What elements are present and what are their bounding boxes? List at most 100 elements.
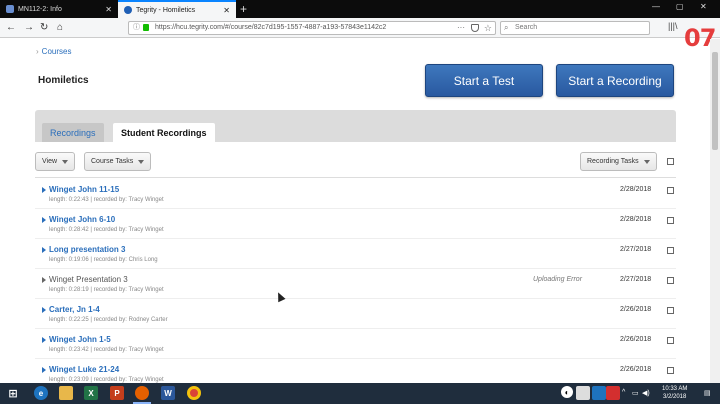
windows-start-icon[interactable]: ⊞ bbox=[6, 386, 20, 400]
network-icon[interactable]: ▭ bbox=[632, 389, 639, 397]
recording-date: 2/27/2018 bbox=[620, 246, 652, 253]
tab-favicon-icon bbox=[124, 6, 132, 14]
recording-checkbox[interactable] bbox=[667, 367, 674, 374]
expand-icon[interactable] bbox=[42, 307, 46, 313]
list-item: Carter, Jn 1-4 length: 0:22:25 | recorde… bbox=[35, 299, 676, 329]
expand-icon[interactable] bbox=[42, 217, 46, 223]
list-item: Long presentation 3 length: 0:19:06 | re… bbox=[35, 239, 676, 269]
maximize-icon[interactable]: ▢ bbox=[676, 2, 684, 11]
tab-student-recordings[interactable]: Student Recordings bbox=[113, 123, 215, 142]
expand-icon[interactable] bbox=[42, 187, 46, 193]
recording-title-link[interactable]: Winget Luke 21-24 bbox=[49, 365, 119, 374]
recording-title-link[interactable]: Winget John 1-5 bbox=[49, 335, 111, 344]
recording-title-link[interactable]: Carter, Jn 1-4 bbox=[49, 305, 100, 314]
excel-icon[interactable]: X bbox=[84, 386, 98, 400]
view-dropdown[interactable]: View bbox=[35, 152, 76, 171]
search-placeholder: Search bbox=[515, 24, 538, 31]
tray-app-icon[interactable] bbox=[606, 386, 620, 400]
recording-date: 2/26/2018 bbox=[620, 336, 652, 343]
list-item: Winget John 6-10 length: 0:28:42 | recor… bbox=[35, 209, 676, 239]
search-input[interactable]: ⌕ Search bbox=[500, 21, 650, 35]
tab-favicon-icon bbox=[6, 5, 14, 13]
chevron-down-icon bbox=[62, 159, 69, 164]
clock-time: 10:33 AM bbox=[662, 386, 688, 392]
url-bar[interactable]: ⓘ https://hcu.tegrity.com/#/course/82c7d… bbox=[128, 21, 496, 35]
expand-icon[interactable] bbox=[42, 277, 46, 283]
browser-tab-info[interactable]: MN112-2: Info ✕ bbox=[0, 0, 118, 18]
edge-icon[interactable]: e bbox=[34, 386, 48, 400]
list-divider bbox=[35, 177, 676, 178]
chevron-down-icon bbox=[138, 159, 145, 164]
search-icon: ⌕ bbox=[504, 23, 509, 32]
minimize-icon[interactable]: — bbox=[652, 2, 660, 11]
home-icon[interactable]: ⌂ bbox=[57, 21, 63, 35]
list-item: Winget John 1-5 length: 0:23:42 | record… bbox=[35, 329, 676, 359]
scrollbar-thumb[interactable] bbox=[712, 52, 718, 150]
clock-date: 3/2/2018 bbox=[663, 394, 687, 400]
taskbar: ⊞ e X P W ◐ ^ ▭ ◀) 10:33 AM 3/2/2018 ▤ bbox=[0, 383, 720, 404]
list-item: Winget Presentation 3 length: 0:28:19 | … bbox=[35, 269, 676, 299]
new-tab-icon[interactable]: + bbox=[240, 2, 247, 16]
recording-checkbox[interactable] bbox=[667, 247, 674, 254]
recording-title-link[interactable]: Winget John 6-10 bbox=[49, 215, 115, 224]
pocket-icon[interactable] bbox=[471, 24, 479, 32]
volume-icon[interactable]: ◀) bbox=[642, 389, 650, 397]
recording-checkbox[interactable] bbox=[667, 187, 674, 194]
close-window-icon[interactable]: ✕ bbox=[700, 2, 707, 11]
recording-tasks-label: Recording Tasks bbox=[587, 158, 639, 165]
page-actions-icon[interactable]: ··· bbox=[457, 22, 465, 34]
forward-icon[interactable]: → bbox=[24, 21, 34, 35]
recording-checkbox[interactable] bbox=[667, 217, 674, 224]
expand-icon[interactable] bbox=[42, 367, 46, 373]
recording-date: 2/26/2018 bbox=[620, 366, 652, 373]
start-test-button[interactable]: Start a Test bbox=[425, 64, 543, 97]
recording-meta: length: 0:22:25 | recorded by: Rodney Ca… bbox=[49, 317, 168, 323]
recording-date: 2/28/2018 bbox=[620, 216, 652, 223]
breadcrumb-courses-link[interactable]: Courses bbox=[42, 47, 72, 56]
word-icon[interactable]: W bbox=[161, 386, 175, 400]
course-tasks-label: Course Tasks bbox=[91, 158, 134, 165]
info-icon[interactable]: ⓘ bbox=[133, 22, 140, 34]
browser-tab-strip: MN112-2: Info ✕ Tegrity - Homiletics ✕ +… bbox=[0, 0, 720, 18]
course-tasks-dropdown[interactable]: Course Tasks bbox=[84, 152, 152, 171]
notifications-icon[interactable]: ▤ bbox=[704, 389, 711, 397]
tab-title: Tegrity - Homiletics bbox=[136, 6, 196, 14]
list-item: Winget John 11-15 length: 0:22:43 | reco… bbox=[35, 179, 676, 209]
recording-checkbox[interactable] bbox=[667, 337, 674, 344]
tray-app-icon[interactable] bbox=[592, 386, 606, 400]
file-explorer-icon[interactable] bbox=[59, 386, 73, 400]
expand-icon[interactable] bbox=[42, 337, 46, 343]
recording-title-link[interactable]: Long presentation 3 bbox=[49, 245, 125, 254]
chrome-icon[interactable] bbox=[187, 386, 201, 400]
browser-navbar: ← → ↻ ⌂ ⓘ https://hcu.tegrity.com/#/cour… bbox=[0, 18, 720, 38]
recording-checkbox[interactable] bbox=[667, 277, 674, 284]
recording-date: 2/26/2018 bbox=[620, 306, 652, 313]
recording-checkbox[interactable] bbox=[667, 307, 674, 314]
reload-icon[interactable]: ↻ bbox=[40, 21, 48, 35]
recording-status-icon[interactable]: ◐ bbox=[561, 386, 573, 398]
taskbar-clock[interactable]: 10:33 AM 3/2/2018 bbox=[662, 385, 687, 401]
recording-meta: length: 0:28:42 | recorded by: Tracy Win… bbox=[49, 227, 164, 233]
bookmark-star-icon[interactable]: ☆ bbox=[484, 22, 492, 34]
start-recording-button[interactable]: Start a Recording bbox=[556, 64, 674, 97]
url-text: https://hcu.tegrity.com/#/course/82c7d19… bbox=[155, 24, 387, 31]
library-icon[interactable]: |||\ bbox=[668, 21, 678, 31]
close-tab-icon[interactable]: ✕ bbox=[223, 6, 230, 15]
recording-tasks-dropdown[interactable]: Recording Tasks bbox=[580, 152, 657, 171]
tray-app-icon[interactable] bbox=[576, 386, 590, 400]
select-all-checkbox[interactable] bbox=[667, 158, 674, 165]
powerpoint-icon[interactable]: P bbox=[110, 386, 124, 400]
recording-meta: length: 0:19:06 | recorded by: Chris Lon… bbox=[49, 257, 158, 263]
tab-recordings[interactable]: Recordings bbox=[42, 123, 104, 142]
recording-meta: length: 0:23:42 | recorded by: Tracy Win… bbox=[49, 347, 164, 353]
expand-icon[interactable] bbox=[42, 247, 46, 253]
view-label: View bbox=[42, 158, 58, 165]
browser-tab-tegrity[interactable]: Tegrity - Homiletics ✕ bbox=[118, 0, 236, 18]
recording-title-link[interactable]: Winget John 11-15 bbox=[49, 185, 119, 194]
tab-title: MN112-2: Info bbox=[18, 5, 62, 13]
tray-chevron-icon[interactable]: ^ bbox=[622, 389, 625, 396]
firefox-icon[interactable] bbox=[135, 386, 149, 400]
close-tab-icon[interactable]: ✕ bbox=[105, 5, 112, 14]
breadcrumb: › Courses bbox=[36, 47, 71, 56]
back-icon[interactable]: ← bbox=[6, 21, 16, 35]
